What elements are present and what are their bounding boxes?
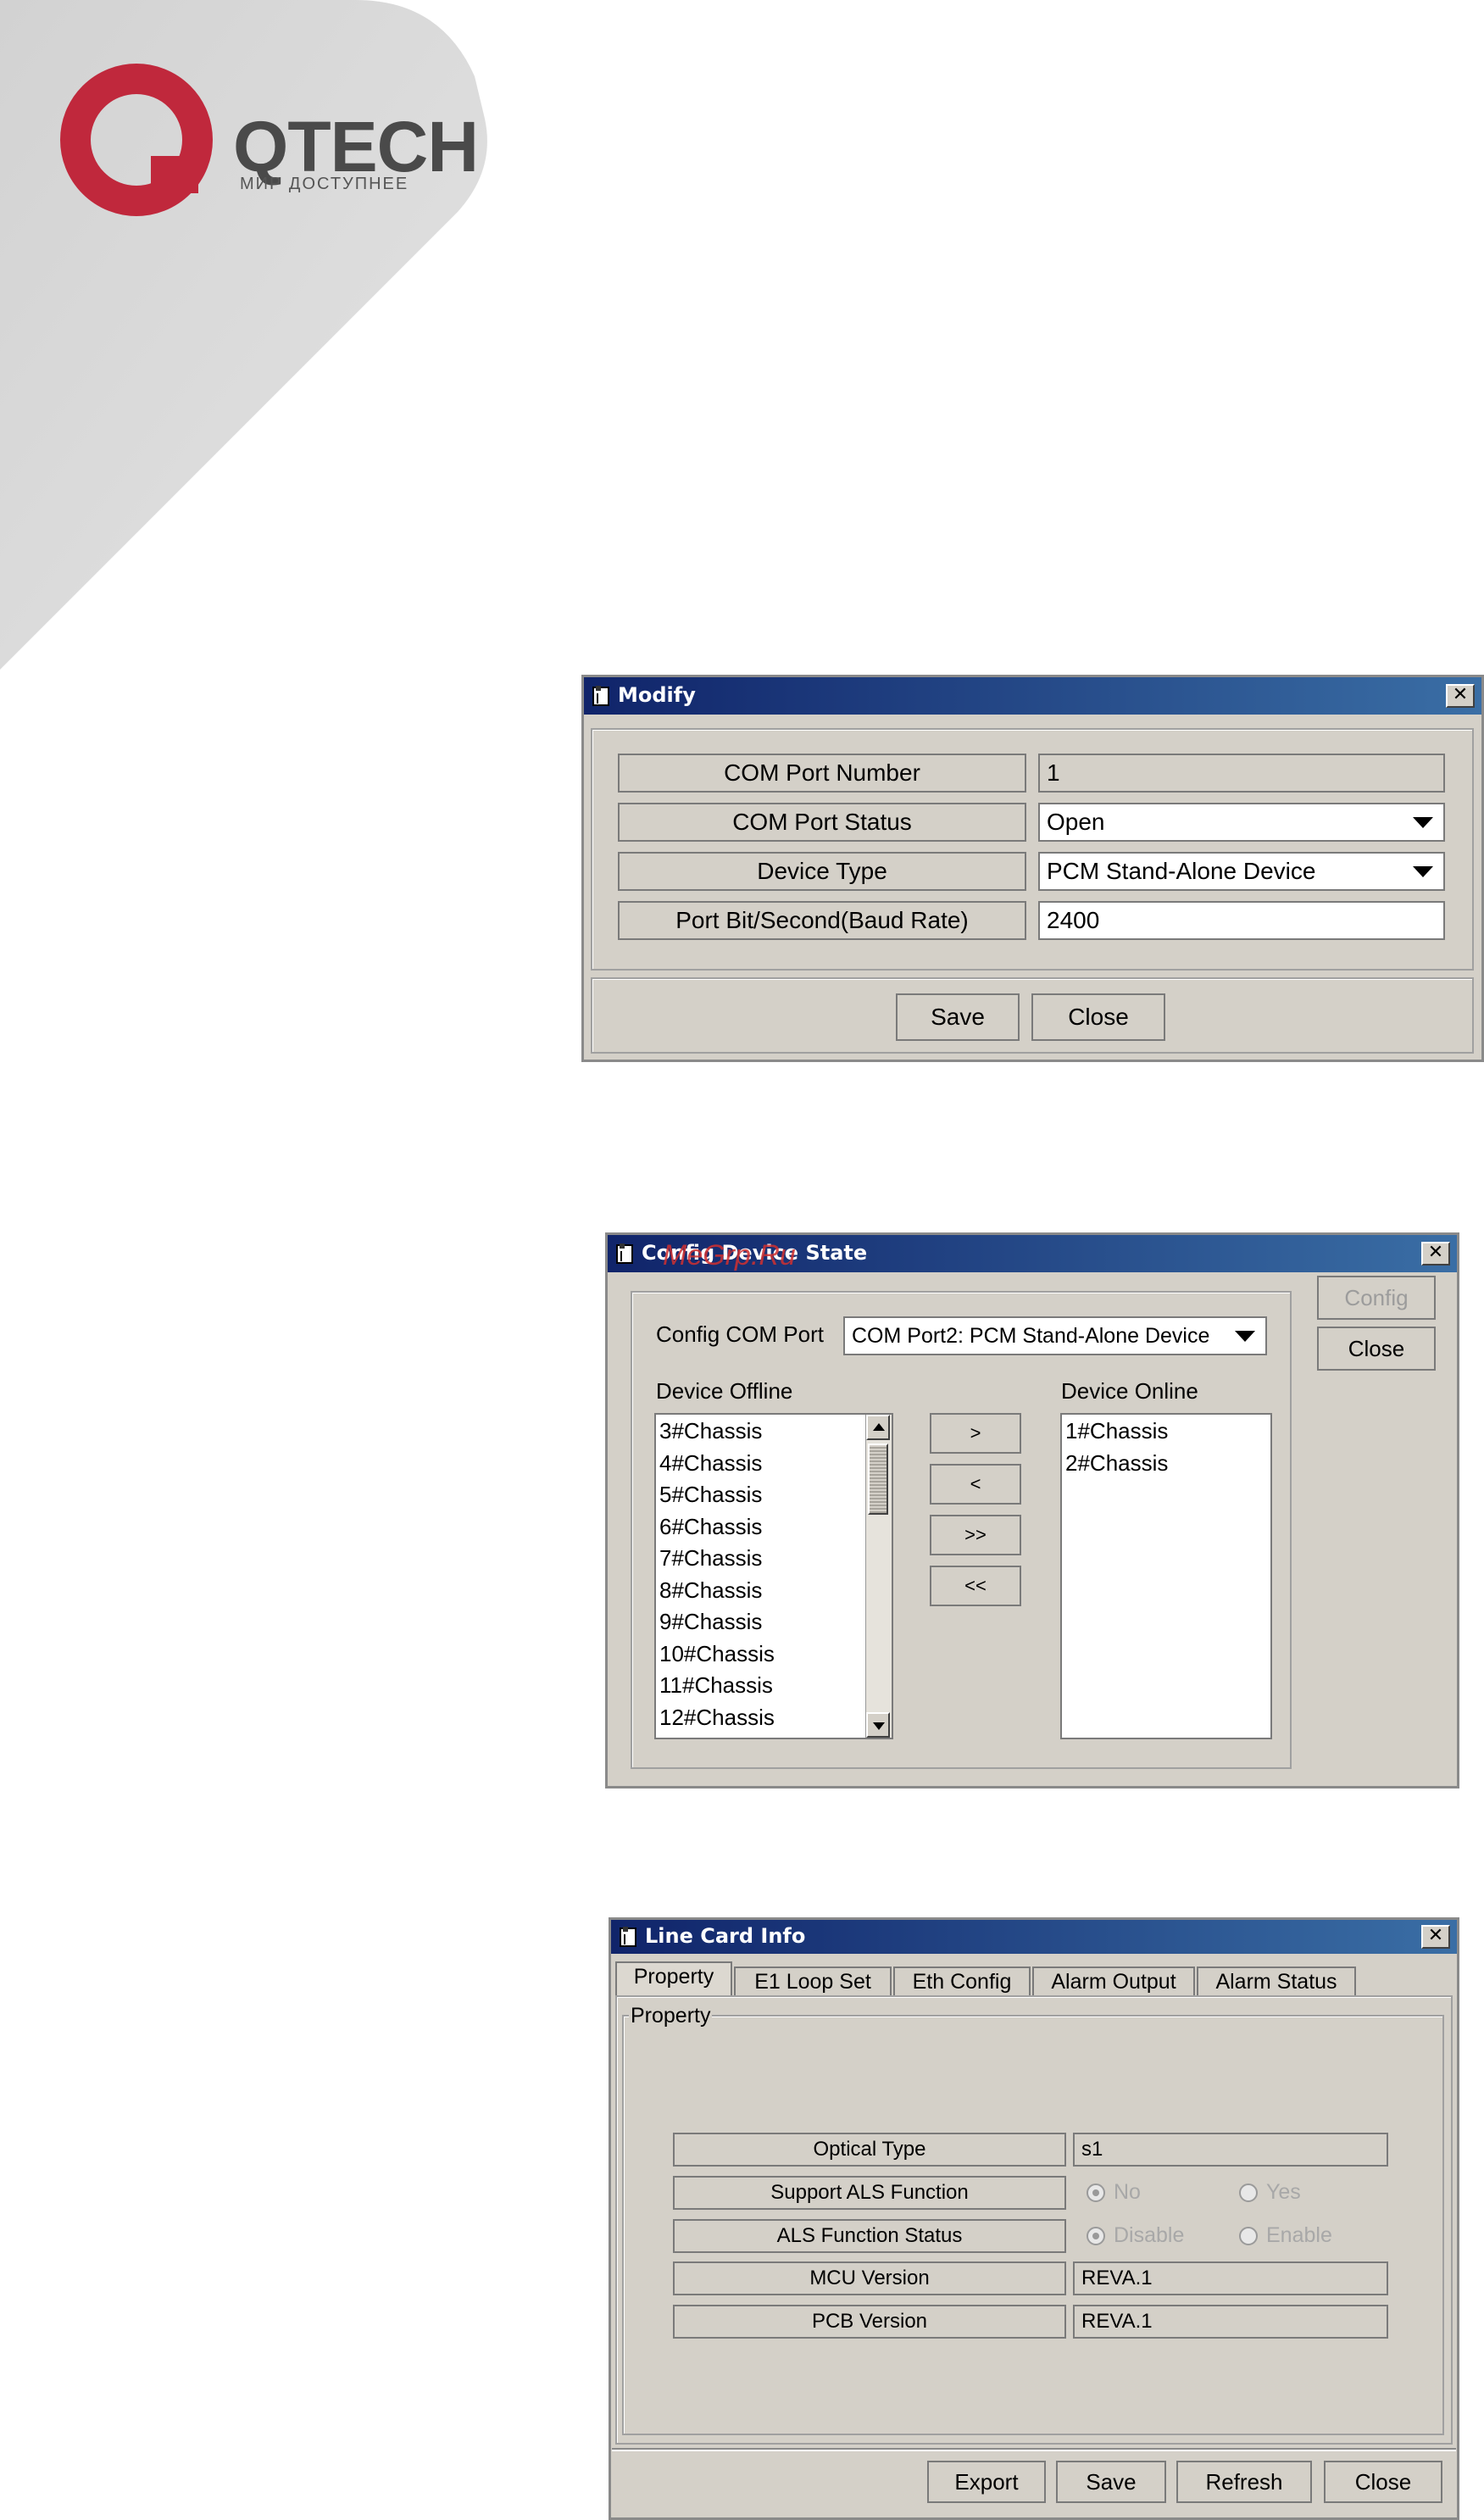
com-port-status-select[interactable]: Open (1038, 803, 1445, 842)
list-item[interactable]: 11#Chassis (656, 1670, 892, 1702)
list-item[interactable]: 5#Chassis (656, 1479, 892, 1511)
optical-type-field: s1 (1073, 2133, 1388, 2167)
move-right-button[interactable]: > (930, 1413, 1021, 1454)
config-button[interactable]: Config (1317, 1276, 1436, 1320)
als-enable-radio[interactable] (1239, 2227, 1258, 2245)
tab-eth-config[interactable]: Eth Config (893, 1966, 1031, 1995)
list-item[interactable]: 9#Chassis (656, 1606, 892, 1638)
device-offline-items: 3#Chassis 4#Chassis 5#Chassis 6#Chassis … (656, 1415, 892, 1733)
list-item[interactable]: 4#Chassis (656, 1448, 892, 1480)
modify-titlebar[interactable]: Modify ✕ (584, 677, 1481, 715)
refresh-button[interactable]: Refresh (1176, 2461, 1312, 2503)
tab-e1-loop-set[interactable]: E1 Loop Set (734, 1966, 892, 1995)
support-als-yes-radio[interactable] (1239, 2183, 1258, 2202)
logo-tagline: МИР ДОСТУПНЕЕ (240, 175, 409, 193)
list-item[interactable]: 12#Chassis (656, 1702, 892, 1734)
device-online-list[interactable]: 1#Chassis 2#Chassis (1060, 1413, 1272, 1739)
corner-banner: QTECH МИР ДОСТУПНЕЕ (0, 0, 542, 678)
linecard-title: Line Card Info (645, 1924, 806, 1948)
support-als-no-radio[interactable] (1087, 2183, 1105, 2202)
save-button[interactable]: Save (1056, 2461, 1166, 2503)
qtech-logo-icon (60, 64, 213, 216)
chevron-up-icon (873, 1423, 885, 1431)
close-button[interactable]: Close (1324, 2461, 1442, 2503)
offline-scrollbar[interactable] (865, 1415, 892, 1738)
scroll-down-button[interactable] (866, 1712, 890, 1738)
close-icon[interactable]: ✕ (1421, 1242, 1450, 1266)
als-disable-label: Disable (1114, 2223, 1185, 2247)
close-icon[interactable]: ✕ (1421, 1925, 1450, 1949)
list-item[interactable]: 1#Chassis (1062, 1416, 1270, 1448)
scroll-up-button[interactable] (866, 1415, 890, 1440)
button-bar-separator (612, 2448, 1456, 2451)
config-device-state-dialog: Config Device State ✕ Config COM Port CO… (605, 1232, 1459, 1788)
modify-title: Modify (618, 683, 696, 707)
chevron-down-icon[interactable] (1413, 866, 1433, 877)
list-item[interactable]: 2#Chassis (1062, 1448, 1270, 1480)
chevron-down-icon[interactable] (1235, 1331, 1255, 1342)
list-item[interactable]: 7#Chassis (656, 1543, 892, 1575)
close-button[interactable]: Close (1317, 1327, 1436, 1371)
com-port-number-label: COM Port Number (618, 754, 1026, 793)
list-item[interactable]: 10#Chassis (656, 1638, 892, 1671)
tab-alarm-status[interactable]: Alarm Status (1197, 1966, 1356, 1995)
tab-property[interactable]: Property (615, 1961, 732, 1995)
linecard-titlebar[interactable]: Line Card Info ✕ (611, 1920, 1457, 1954)
baud-rate-input[interactable]: 2400 (1038, 901, 1445, 940)
config-com-port-select[interactable]: COM Port2: PCM Stand-Alone Device (843, 1316, 1267, 1355)
pcb-version-label: PCB Version (673, 2305, 1066, 2339)
mcu-version-field: REVA.1 (1073, 2261, 1388, 2295)
com-port-number-field: 1 (1038, 754, 1445, 793)
support-als-label: Support ALS Function (673, 2176, 1066, 2210)
export-button[interactable]: Export (927, 2461, 1046, 2503)
move-all-left-button[interactable]: << (930, 1566, 1021, 1606)
tab-alarm-output[interactable]: Alarm Output (1032, 1966, 1195, 1995)
move-all-right-button[interactable]: >> (930, 1515, 1021, 1555)
device-online-items: 1#Chassis 2#Chassis (1062, 1415, 1270, 1479)
device-offline-label: Device Offline (656, 1378, 793, 1404)
pcb-version-field: REVA.1 (1073, 2305, 1388, 2339)
chevron-down-icon[interactable] (1413, 817, 1433, 828)
app-icon (592, 686, 609, 706)
als-disable-radio[interactable] (1087, 2227, 1105, 2245)
scrollbar-thumb[interactable] (868, 1444, 888, 1515)
list-item[interactable]: 8#Chassis (656, 1575, 892, 1607)
app-icon (616, 1243, 633, 1264)
app-icon (620, 1927, 636, 1947)
device-offline-list[interactable]: 3#Chassis 4#Chassis 5#Chassis 6#Chassis … (654, 1413, 893, 1739)
support-als-yes-label: Yes (1266, 2180, 1301, 2204)
save-button[interactable]: Save (896, 993, 1020, 1041)
com-port-status-value: Open (1047, 809, 1105, 835)
close-button[interactable]: Close (1031, 993, 1165, 1041)
device-type-label: Device Type (618, 852, 1026, 891)
list-item[interactable]: 6#Chassis (656, 1511, 892, 1544)
device-online-label: Device Online (1061, 1378, 1198, 1404)
com-port-status-label: COM Port Status (618, 803, 1026, 842)
device-type-value: PCM Stand-Alone Device (1047, 858, 1316, 884)
mcu-version-label: MCU Version (673, 2261, 1066, 2295)
property-group-label: Property (629, 2004, 713, 2028)
list-item[interactable]: 3#Chassis (656, 1416, 892, 1448)
support-als-no-label: No (1114, 2180, 1141, 2204)
modify-dialog: Modify ✕ COM Port Number 1 COM Port Stat… (581, 675, 1484, 1062)
baud-rate-label: Port Bit/Second(Baud Rate) (618, 901, 1026, 940)
optical-type-label: Optical Type (673, 2133, 1066, 2167)
move-left-button[interactable]: < (930, 1464, 1021, 1505)
als-status-label: ALS Function Status (673, 2219, 1066, 2253)
close-icon[interactable]: ✕ (1446, 684, 1475, 708)
watermark-text: MeGrp.Ru (663, 1239, 796, 1271)
config-com-port-label: Config COM Port (656, 1321, 824, 1347)
chevron-down-icon (873, 1722, 885, 1730)
config-com-port-value: COM Port2: PCM Stand-Alone Device (852, 1324, 1210, 1348)
device-type-select[interactable]: PCM Stand-Alone Device (1038, 852, 1445, 891)
als-enable-label: Enable (1266, 2223, 1332, 2247)
